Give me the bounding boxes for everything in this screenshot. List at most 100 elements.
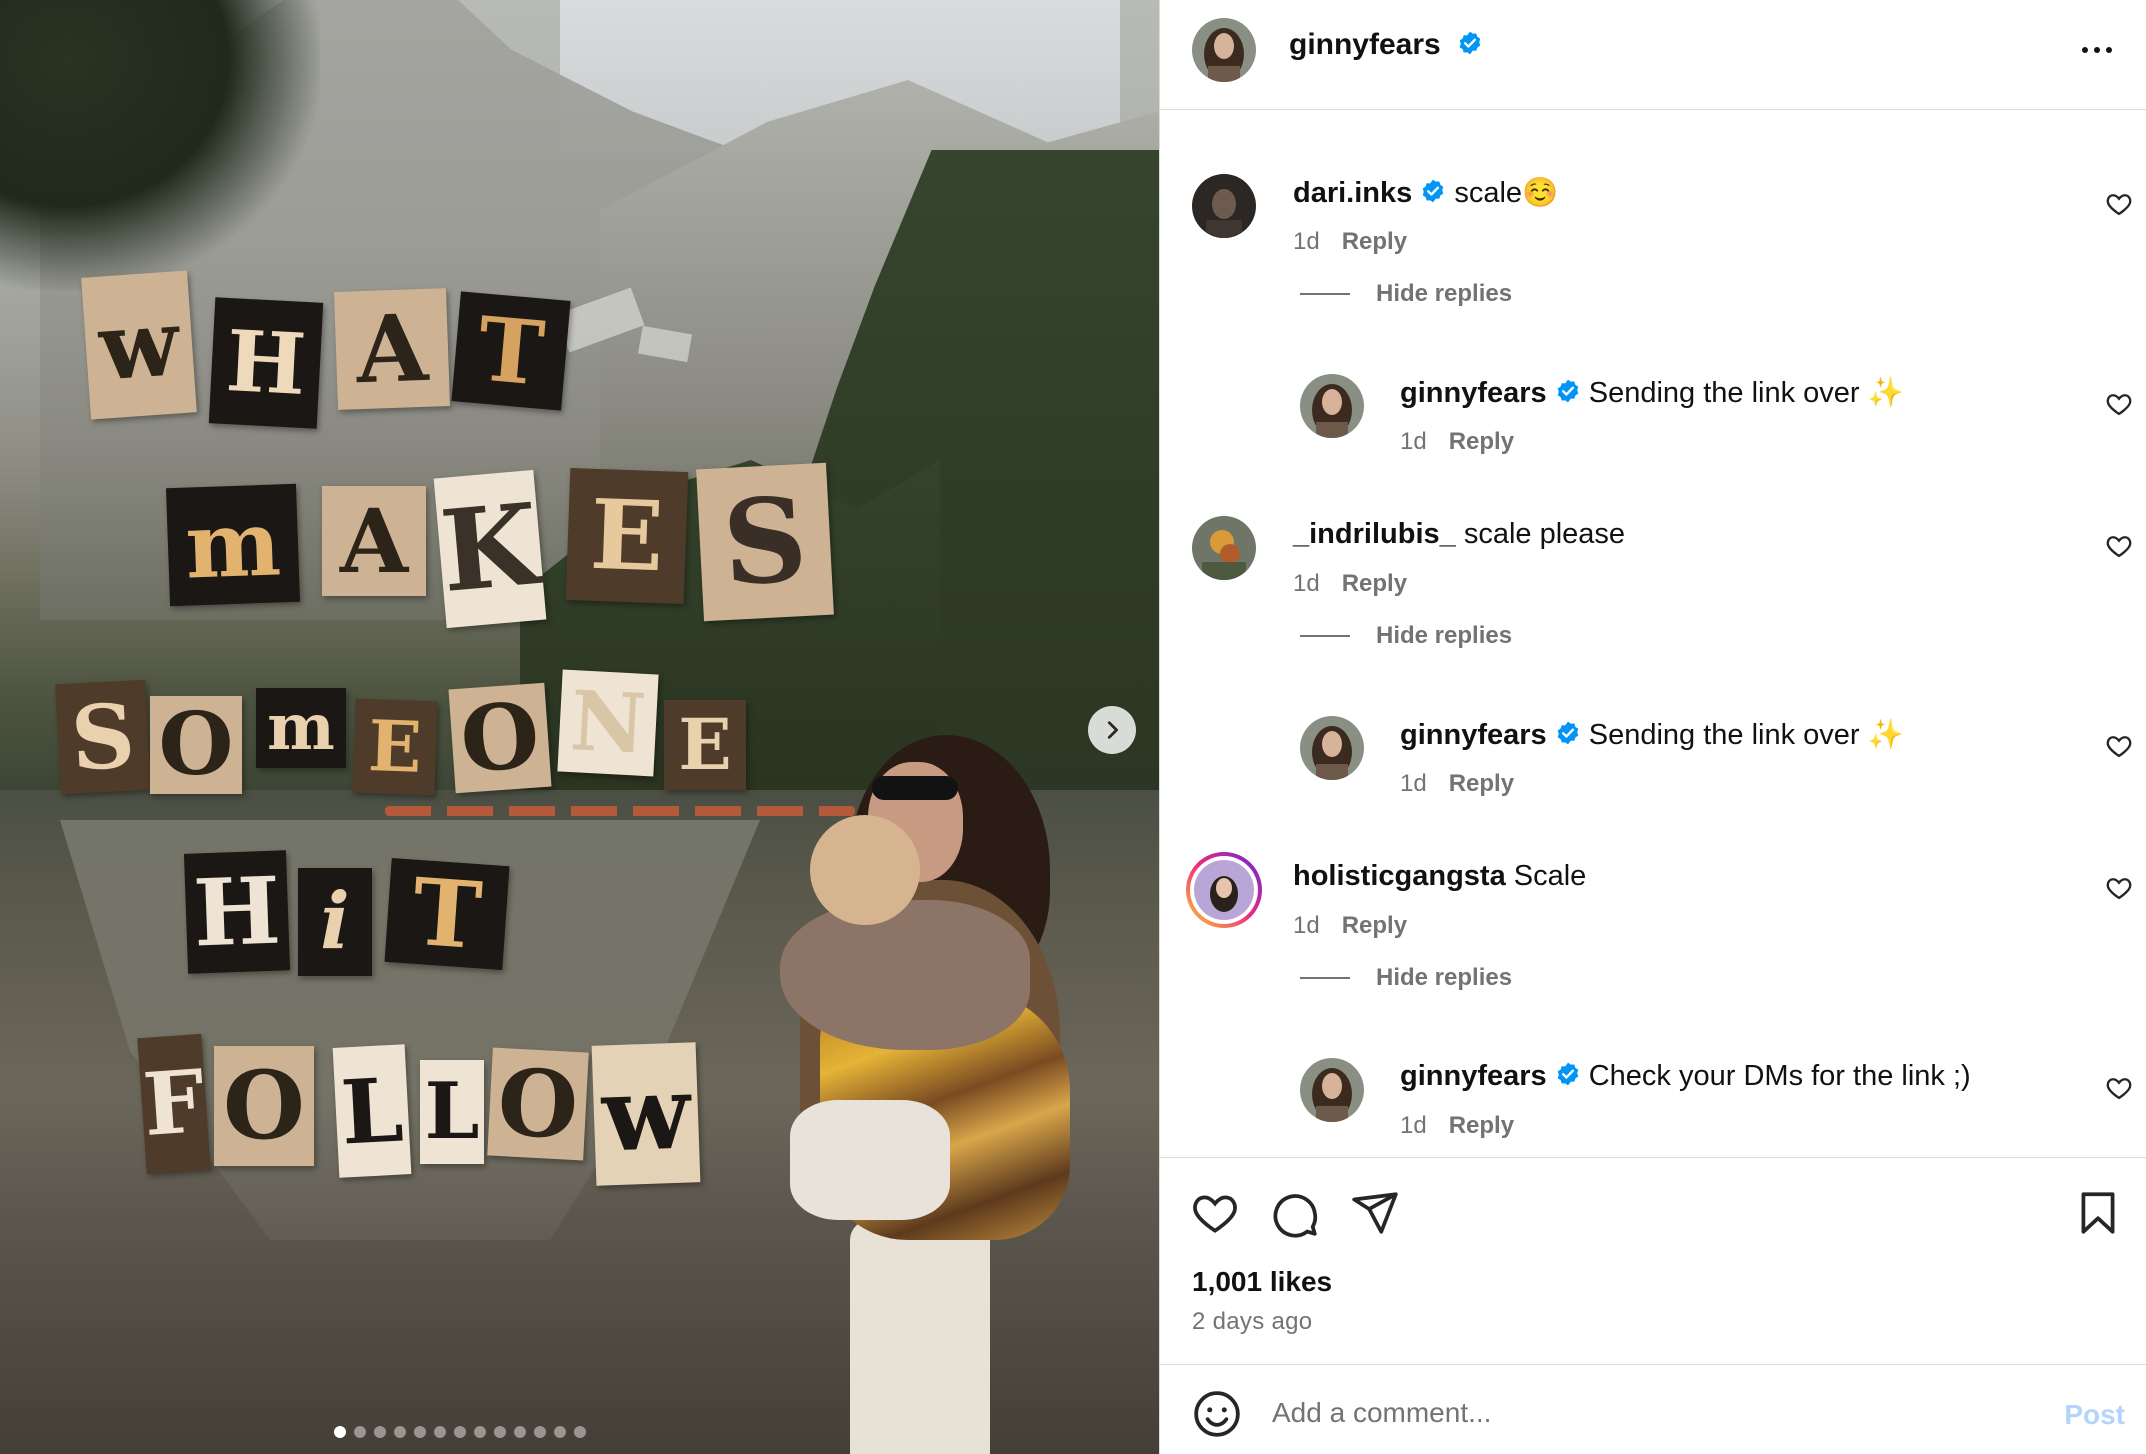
comment-input[interactable] xyxy=(1272,1387,2012,1439)
commenter-username[interactable]: _indrilubis_ xyxy=(1293,518,1456,550)
comment-composer: Post xyxy=(1160,1364,2146,1454)
story-ring-avatar[interactable] xyxy=(1186,852,1262,928)
more-dot-icon xyxy=(2094,47,2100,53)
reply-username[interactable]: ginnyfears xyxy=(1400,377,1547,409)
overlay-letter: L xyxy=(332,1044,412,1178)
overlay-letter: O xyxy=(214,1046,314,1166)
commenter-username[interactable]: dari.inks xyxy=(1293,177,1412,209)
carousel-dot xyxy=(453,1426,466,1438)
carousel-dot xyxy=(513,1426,526,1438)
reply-time: 1d xyxy=(1400,770,1427,797)
more-dot-icon xyxy=(2106,47,2112,53)
commenter-avatar[interactable] xyxy=(1192,516,1256,580)
author-avatar[interactable] xyxy=(1192,18,1256,82)
reply-avatar[interactable] xyxy=(1300,1058,1364,1122)
carousel-indicator xyxy=(0,1426,1039,1438)
comment-time: 1d xyxy=(1293,570,1320,597)
carousel-dot xyxy=(413,1426,426,1438)
overlay-letter: L xyxy=(420,1060,484,1164)
reply-body: Check your DMs for the link ;) xyxy=(1588,1060,1971,1092)
comment-text: dari.inks scale☺️ xyxy=(1293,176,1558,210)
like-reply-heart-icon[interactable] xyxy=(2105,1074,2133,1102)
comment-meta: 1d Reply xyxy=(1293,912,1407,940)
comment-meta: 1d Reply xyxy=(1293,228,1407,256)
overlay-letter: E xyxy=(565,467,689,605)
replies-divider xyxy=(1300,293,1350,295)
like-comment-heart-icon[interactable] xyxy=(2105,190,2133,218)
like-heart-icon[interactable] xyxy=(1190,1188,1240,1238)
more-dot-icon xyxy=(2082,47,2088,53)
overlay-letter: A xyxy=(333,288,451,410)
comment-body: Scale xyxy=(1513,860,1587,892)
overlay-letter: O xyxy=(487,1047,589,1161)
reply-username[interactable]: ginnyfears xyxy=(1400,719,1547,751)
like-comment-heart-icon[interactable] xyxy=(2105,532,2133,560)
post-timestamp: 2 days ago xyxy=(1192,1308,1313,1335)
reply-text: ginnyfears Sending the link over ✨ xyxy=(1400,718,1904,752)
reply-avatar[interactable] xyxy=(1300,716,1364,780)
reply-text: ginnyfears Sending the link over ✨ xyxy=(1400,376,1904,410)
reply-text: ginnyfears Check your DMs for the link ;… xyxy=(1400,1060,1971,1093)
overlay-letter: K xyxy=(433,469,547,629)
carousel-dot xyxy=(353,1426,366,1438)
replies-divider xyxy=(1300,635,1350,637)
hide-replies-button[interactable]: Hide replies xyxy=(1300,964,1512,992)
commenter-username[interactable]: holisticgangsta xyxy=(1293,860,1506,892)
reply-button[interactable]: Reply xyxy=(1449,1112,1514,1139)
overlay-letter: E xyxy=(664,700,746,790)
reply-meta: 1d Reply xyxy=(1400,428,1514,456)
reply-avatar[interactable] xyxy=(1300,374,1364,438)
carousel-next-button[interactable] xyxy=(1088,706,1136,754)
overlay-letter: m xyxy=(165,483,301,607)
overlay-letter: w xyxy=(81,270,197,420)
save-bookmark-icon[interactable] xyxy=(2073,1188,2123,1238)
reply-username[interactable]: ginnyfears xyxy=(1400,1060,1547,1092)
reply-button[interactable]: Reply xyxy=(1449,428,1514,455)
comment-text: _indrilubis_ scale please xyxy=(1293,518,1625,551)
overlay-letter: N xyxy=(557,669,659,777)
overlay-letter: w xyxy=(591,1042,701,1186)
reply-time: 1d xyxy=(1400,1112,1427,1139)
author-username-text[interactable]: ginnyfears xyxy=(1289,28,1441,61)
commenter-avatar[interactable] xyxy=(1192,174,1256,238)
like-reply-heart-icon[interactable] xyxy=(2105,390,2133,418)
like-comment-heart-icon[interactable] xyxy=(2105,874,2133,902)
carousel-dot xyxy=(533,1426,546,1438)
comment-time: 1d xyxy=(1293,228,1320,255)
reply-button[interactable]: Reply xyxy=(1342,228,1407,255)
like-count[interactable]: 1,001 likes xyxy=(1192,1266,1332,1298)
share-paper-plane-icon[interactable] xyxy=(1350,1188,1400,1238)
carousel-dot xyxy=(573,1426,586,1438)
verified-badge-icon xyxy=(1557,721,1578,745)
ransom-text-overlay: w H A T m A K E S S O m E O N E H i T F … xyxy=(0,0,1159,1454)
reply-button[interactable]: Reply xyxy=(1449,770,1514,797)
reply-button[interactable]: Reply xyxy=(1342,570,1407,597)
comments-list[interactable]: dari.inks scale☺️ 1d Reply Hide replies g… xyxy=(1160,110,2146,1157)
more-options-button[interactable] xyxy=(2075,30,2119,70)
post-sidebar: ginnyfears dari.inks scale☺️ 1d Reply Hi… xyxy=(1159,0,2146,1454)
author-username[interactable]: ginnyfears xyxy=(1289,28,1483,62)
comment-body: scale☺️ xyxy=(1454,177,1559,209)
overlay-letter: m xyxy=(256,688,346,768)
emoji-smiley-icon[interactable] xyxy=(1192,1389,1242,1439)
comment-bubble-icon[interactable] xyxy=(1270,1188,1320,1238)
comment-time: 1d xyxy=(1293,912,1320,939)
post-comment-button[interactable]: Post xyxy=(2064,1399,2125,1431)
reply-body: Sending the link over ✨ xyxy=(1588,719,1904,751)
carousel-dot xyxy=(433,1426,446,1438)
overlay-letter: T xyxy=(384,858,510,970)
comment-text: holisticgangsta Scale xyxy=(1293,860,1586,893)
hide-replies-button[interactable]: Hide replies xyxy=(1300,280,1512,308)
overlay-letter: A xyxy=(322,486,426,596)
reply-button[interactable]: Reply xyxy=(1342,912,1407,939)
reply-body: Sending the link over ✨ xyxy=(1588,377,1904,409)
post-media[interactable]: w H A T m A K E S S O m E O N E H i T F … xyxy=(0,0,1159,1454)
like-reply-heart-icon[interactable] xyxy=(2105,732,2133,760)
carousel-dot xyxy=(553,1426,566,1438)
overlay-letter: T xyxy=(451,291,571,411)
hide-replies-label: Hide replies xyxy=(1376,280,1513,307)
carousel-dot xyxy=(393,1426,406,1438)
verified-badge-icon xyxy=(1422,179,1444,203)
comment-body: scale please xyxy=(1463,518,1626,550)
hide-replies-button[interactable]: Hide replies xyxy=(1300,622,1512,650)
